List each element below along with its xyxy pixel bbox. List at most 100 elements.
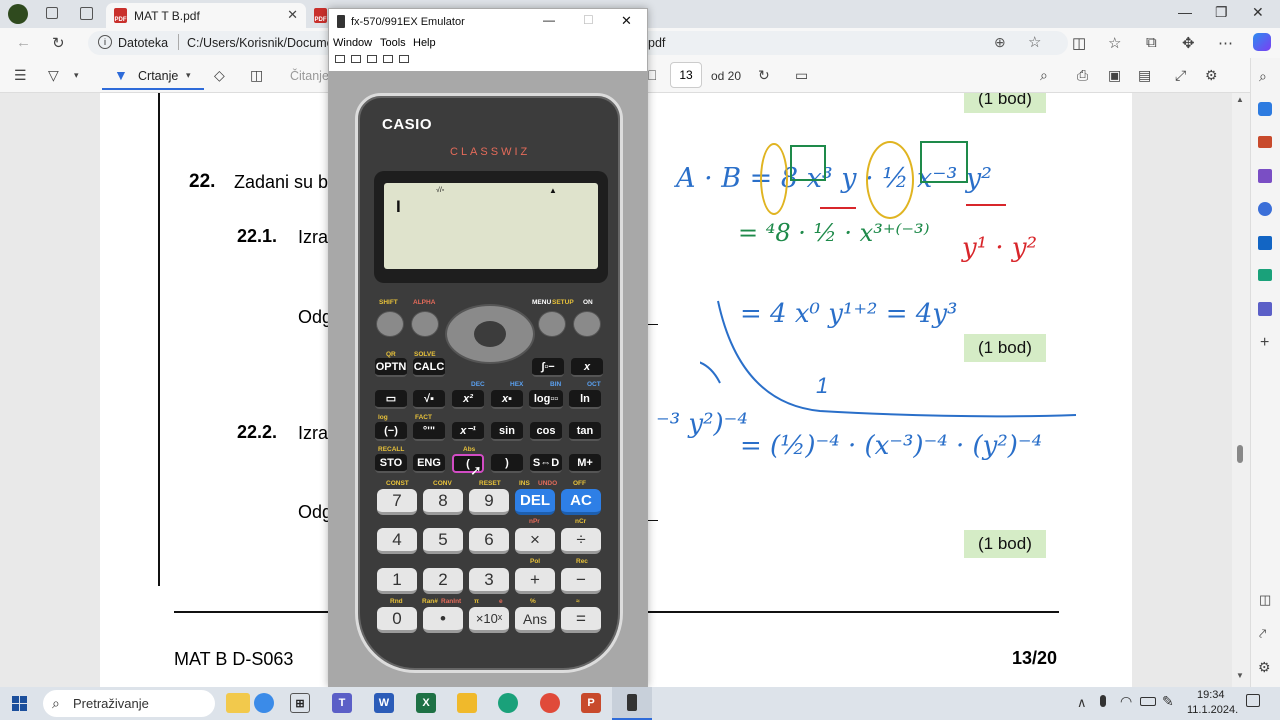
sidebar-settings-icon[interactable]: ⚙ — [1258, 659, 1271, 676]
sqrt-key[interactable]: √▪ — [413, 390, 445, 409]
toolbar-icon[interactable] — [367, 55, 377, 63]
emulator-window[interactable]: fx-570/991EX Emulator — ☐ ✕ Window Tools… — [328, 8, 648, 687]
sin-key[interactable]: sin — [491, 422, 523, 441]
scroll-down-icon[interactable]: ▼ — [1236, 671, 1244, 680]
cos-key[interactable]: cos — [530, 422, 562, 441]
search-icon[interactable]: ⌕ — [1040, 67, 1048, 84]
optn-key[interactable]: OPTN — [375, 358, 407, 377]
ans-key[interactable]: Ans — [515, 607, 555, 633]
emulator-titlebar[interactable]: fx-570/991EX Emulator — ☐ ✕ — [329, 9, 647, 35]
settings-gear-icon[interactable]: ⚙ — [1205, 67, 1218, 84]
on-key[interactable] — [573, 311, 601, 337]
sto-key[interactable]: STO — [375, 454, 407, 473]
divide-key[interactable]: ÷ — [561, 528, 601, 554]
pdf-scrollbar[interactable]: ▲ ▼ — [1232, 93, 1250, 687]
back-icon[interactable]: ← — [16, 34, 31, 51]
drop-icon[interactable] — [1258, 269, 1272, 281]
notifications-icon[interactable] — [1246, 694, 1260, 707]
teams-icon[interactable] — [1258, 302, 1272, 316]
toolbar-icon[interactable] — [383, 55, 393, 63]
degree-key[interactable]: °'" — [413, 422, 445, 441]
file-explorer-icon[interactable] — [457, 693, 477, 713]
battery-icon[interactable] — [1140, 697, 1156, 706]
eraser-icon[interactable]: ◇ — [214, 67, 225, 84]
negative-key[interactable]: (−) — [375, 422, 407, 441]
calc-key[interactable]: CALC — [413, 358, 445, 377]
power-key[interactable]: x▪ — [491, 390, 523, 409]
integral-key[interactable]: ∫▫− — [532, 358, 564, 377]
m-plus-key[interactable]: M+ — [569, 454, 601, 473]
fraction-key[interactable]: ▭ — [375, 390, 407, 409]
menu-tools[interactable]: Tools — [380, 37, 406, 49]
extensions-icon[interactable]: ✥ — [1182, 34, 1195, 52]
clock-time[interactable]: 19:34 — [1197, 689, 1225, 701]
inverse-key[interactable]: x⁻¹ — [452, 422, 484, 441]
tan-key[interactable]: tan — [569, 422, 601, 441]
fullscreen-icon[interactable]: ⤢ — [1175, 67, 1186, 84]
highlight-icon[interactable]: ▽ — [48, 67, 59, 84]
menu-key[interactable] — [538, 311, 566, 337]
emulator-taskbar-item[interactable] — [612, 687, 652, 720]
pen-icon[interactable]: ✎ — [1162, 693, 1174, 710]
fit-page-icon[interactable]: ⎕ — [648, 67, 656, 84]
ln-key[interactable]: ln — [569, 390, 601, 409]
contents-icon[interactable]: ☰ — [14, 67, 27, 84]
chrome-icon[interactable] — [540, 693, 560, 713]
refresh-icon[interactable]: ↻ — [52, 34, 65, 52]
close-paren-key[interactable]: ) — [491, 454, 523, 473]
menu-window[interactable]: Window — [333, 37, 372, 49]
vertical-tabs-icon[interactable] — [80, 7, 93, 20]
chevron-up-icon[interactable]: ∧ — [1077, 695, 1087, 711]
sidebar-layout-icon[interactable]: ◫ — [1259, 592, 1271, 608]
log-base-key[interactable]: log▫▫ — [529, 390, 563, 409]
task-view-icon[interactable]: ⊞ — [290, 693, 310, 713]
key-5[interactable]: 5 — [423, 528, 463, 554]
key-8[interactable]: 8 — [423, 489, 463, 515]
toolbar-icon[interactable] — [351, 55, 361, 63]
tab-second-pdf[interactable]: PDF — [308, 3, 328, 28]
shift-key[interactable] — [376, 311, 404, 337]
favorite-star-icon[interactable]: ☆ — [1028, 33, 1041, 51]
zoom-icon[interactable]: ⊕ — [994, 34, 1006, 51]
read-aloud-label[interactable]: Čitanje — [290, 69, 329, 83]
square-key[interactable]: x² — [452, 390, 484, 409]
key-7[interactable]: 7 — [377, 489, 417, 515]
chevron-down-icon[interactable]: ▾ — [74, 70, 79, 81]
browser-profile-icon[interactable] — [8, 4, 28, 24]
ac-key[interactable]: AC — [561, 489, 601, 515]
toolbar-icon[interactable] — [335, 55, 345, 63]
scroll-up-icon[interactable]: ▲ — [1236, 95, 1244, 104]
exponent-key[interactable]: ×10ˣ — [469, 607, 509, 633]
minimize-icon[interactable]: — — [543, 13, 555, 27]
workspaces-icon[interactable] — [46, 7, 58, 19]
maximize-icon[interactable]: ❐ — [1215, 4, 1228, 21]
games-icon[interactable] — [1258, 169, 1272, 183]
close-window-icon[interactable]: ✕ — [621, 13, 632, 29]
key-2[interactable]: 2 — [423, 568, 463, 594]
excel-icon[interactable]: X — [416, 693, 436, 713]
edge-icon[interactable] — [498, 693, 518, 713]
outlook-icon[interactable] — [1258, 236, 1272, 250]
split-screen-icon[interactable]: ◫ — [1072, 34, 1086, 52]
minus-key[interactable]: − — [561, 568, 601, 594]
page-view-icon[interactable]: ▭ — [795, 67, 808, 84]
maximize-icon[interactable]: ☐ — [583, 13, 594, 27]
key-0[interactable]: 0 — [377, 607, 417, 633]
multiply-key[interactable]: × — [515, 528, 555, 554]
search-icon[interactable]: ⌕ — [1259, 68, 1267, 85]
word-icon[interactable]: W — [374, 693, 394, 713]
draw-button[interactable]: ▼ Crtanje ▾ — [102, 62, 204, 90]
save-icon[interactable]: ▣ — [1108, 67, 1121, 84]
key-9[interactable]: 9 — [469, 489, 509, 515]
del-key[interactable]: DEL — [515, 489, 555, 515]
key-1[interactable]: 1 — [377, 568, 417, 594]
collections-icon[interactable]: ⧉ — [1146, 34, 1157, 51]
taskbar-search[interactable]: ⌕ Pretraživanje — [43, 690, 215, 717]
copilot-taskbar-icon[interactable] — [254, 693, 274, 713]
x-variable-key[interactable]: x — [571, 358, 603, 377]
powerpoint-icon[interactable]: P — [581, 693, 601, 713]
key-4[interactable]: 4 — [377, 528, 417, 554]
briefcase-icon[interactable] — [1258, 136, 1272, 148]
view-icon[interactable]: ◫ — [250, 67, 263, 84]
eng-key[interactable]: ENG — [413, 454, 445, 473]
